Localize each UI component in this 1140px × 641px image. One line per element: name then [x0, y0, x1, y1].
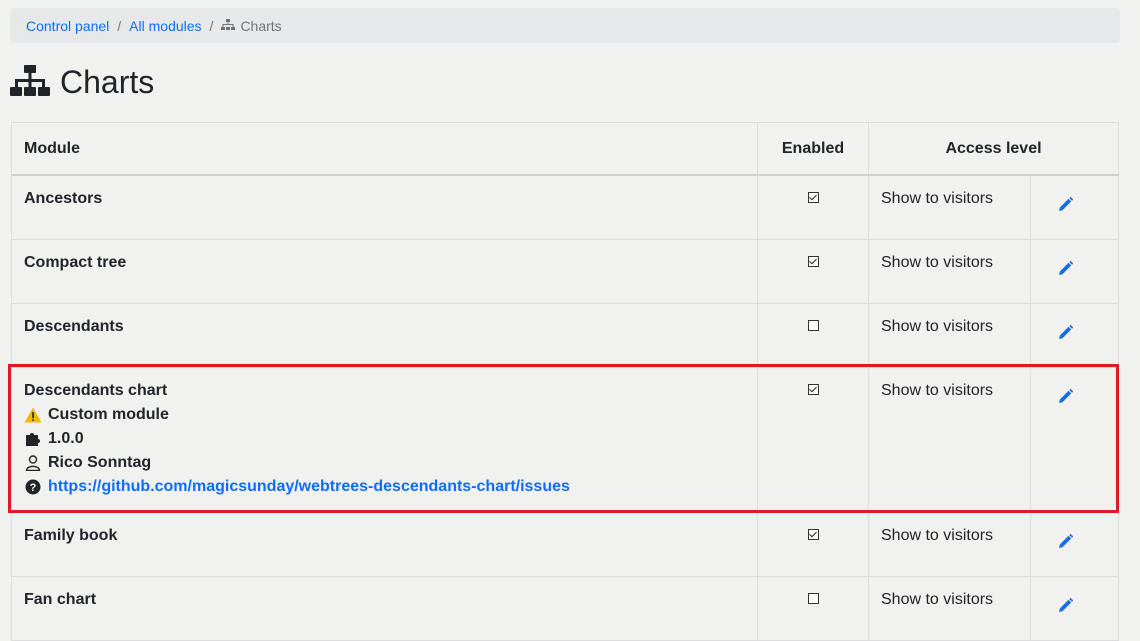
- header-access-level: Access level: [868, 122, 1119, 176]
- breadcrumb-control-panel[interactable]: Control panel: [26, 18, 109, 34]
- user-icon: [25, 454, 41, 471]
- access-level-value: Show to visitors: [868, 302, 1031, 368]
- puzzle-icon: [26, 432, 40, 446]
- table-row: Compact tree Show to visitors: [11, 238, 1119, 304]
- pencil-icon[interactable]: [1057, 324, 1074, 341]
- module-name: Compact tree: [11, 238, 758, 304]
- enabled-checkbox[interactable]: [807, 383, 819, 395]
- question-circle-icon: ?: [25, 479, 41, 494]
- enabled-checkbox[interactable]: [807, 255, 819, 267]
- enabled-checkbox[interactable]: [807, 592, 819, 604]
- support-line: ? https://github.com/magicsunday/webtree…: [24, 478, 745, 496]
- access-level-value: Show to visitors: [868, 575, 1031, 641]
- breadcrumb-separator: /: [117, 17, 122, 34]
- pencil-icon[interactable]: [1057, 533, 1074, 550]
- breadcrumb-separator: /: [209, 17, 214, 34]
- pencil-icon[interactable]: [1057, 597, 1074, 614]
- version-line: 1.0.0: [24, 430, 745, 448]
- module-name: Fan chart: [11, 575, 758, 641]
- header-module: Module: [11, 122, 758, 176]
- access-level-value: Show to visitors: [868, 511, 1031, 577]
- breadcrumb-current: Charts: [221, 17, 282, 34]
- enabled-checkbox[interactable]: [807, 319, 819, 331]
- svg-text:?: ?: [30, 482, 37, 494]
- author-line: Rico Sonntag: [24, 454, 745, 472]
- access-level-value: Show to visitors: [868, 366, 1031, 513]
- header-enabled: Enabled: [757, 122, 869, 176]
- table-row: Descendants chart Custom module 1.0.0 Ri…: [11, 366, 1119, 513]
- pencil-icon[interactable]: [1057, 388, 1074, 405]
- table-row: Descendants Show to visitors: [11, 302, 1119, 368]
- table-row: Family book Show to visitors: [11, 511, 1119, 577]
- page-title: Charts: [10, 60, 154, 104]
- table-row: Ancestors Show to visitors: [11, 174, 1119, 240]
- module-name: Family book: [11, 511, 758, 577]
- enabled-checkbox[interactable]: [807, 192, 819, 203]
- breadcrumb-current-label: Charts: [240, 17, 282, 34]
- breadcrumb-all-modules[interactable]: All modules: [129, 18, 201, 34]
- page-title-text: Charts: [60, 63, 155, 100]
- version-label: 1.0.0: [48, 429, 84, 447]
- sitemap-icon: [221, 19, 236, 30]
- enabled-checkbox[interactable]: [807, 528, 819, 540]
- warning-icon: [24, 407, 42, 422]
- support-link[interactable]: https://github.com/magicsunday/webtrees-…: [48, 478, 570, 496]
- pencil-icon[interactable]: [1057, 196, 1074, 213]
- pencil-icon[interactable]: [1057, 260, 1074, 277]
- custom-module-line: Custom module: [24, 406, 745, 424]
- module-name: Descendants chart: [24, 381, 168, 399]
- access-level-value: Show to visitors: [868, 238, 1031, 304]
- access-level-value: Show to visitors: [868, 174, 1031, 240]
- sitemap-icon: [10, 65, 50, 96]
- modules-table: Module Enabled Access level Ancestors Sh…: [11, 122, 1119, 641]
- custom-module-label: Custom module: [48, 405, 169, 423]
- breadcrumb: Control panel / All modules / Charts: [10, 8, 1120, 43]
- table-row: Fan chart Show to visitors: [11, 575, 1119, 641]
- module-name: Descendants: [11, 302, 758, 368]
- author-label: Rico Sonntag: [48, 453, 152, 471]
- module-name: Ancestors: [11, 174, 758, 240]
